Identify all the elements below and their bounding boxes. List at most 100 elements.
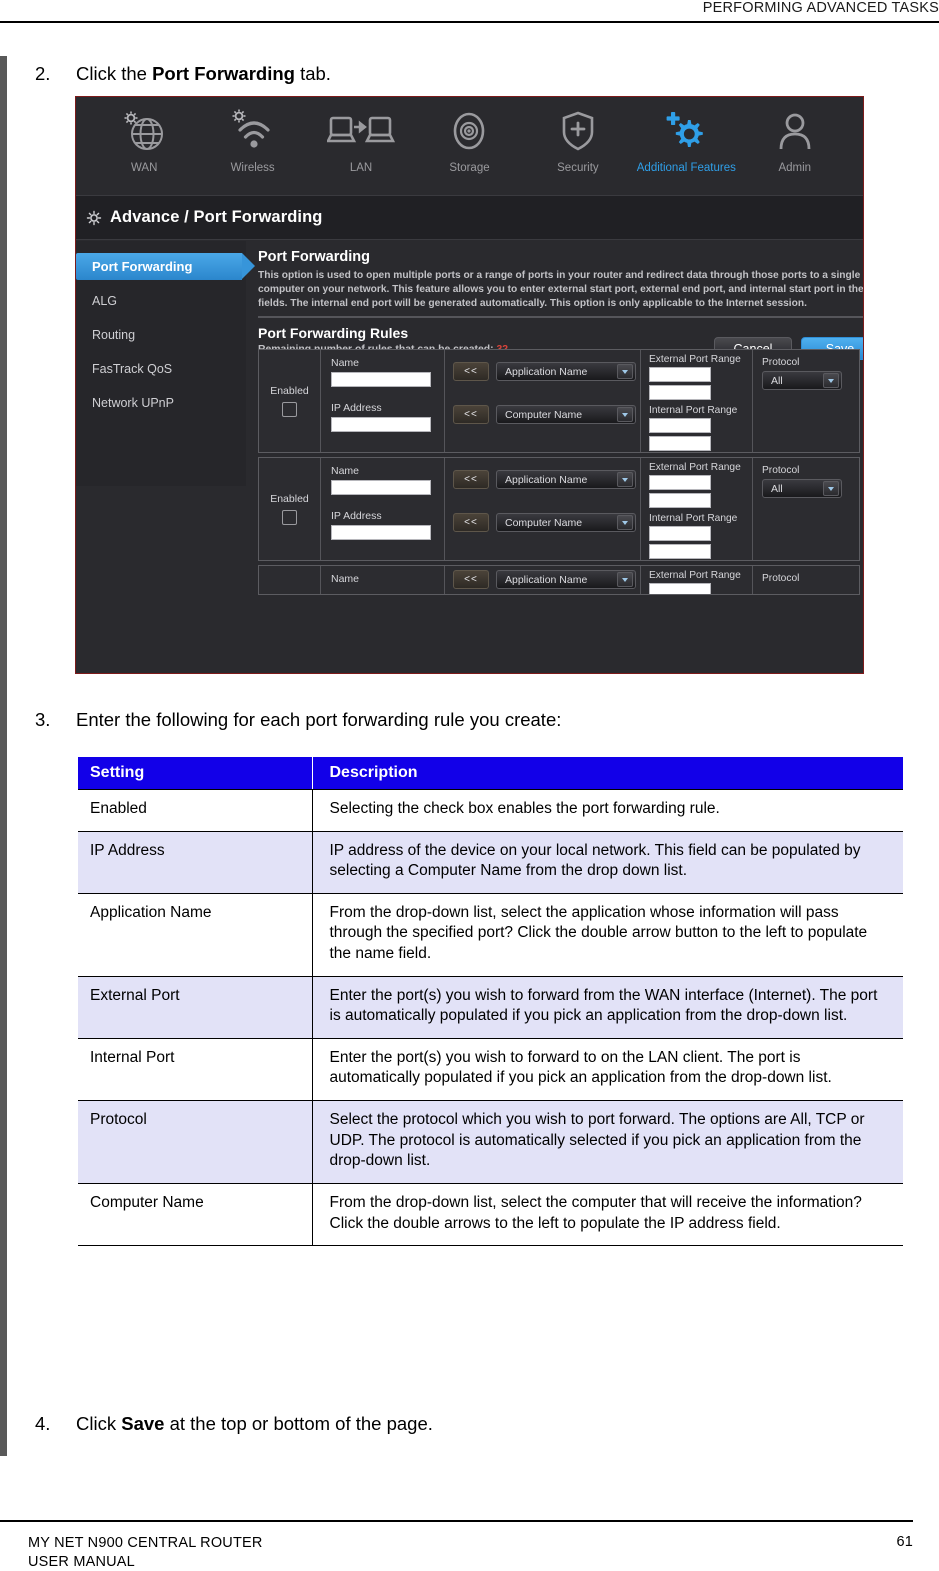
step-2-post: tab. <box>294 63 331 84</box>
application-name-value: Application Name <box>505 473 588 486</box>
setting-cell: Enabled <box>78 789 312 832</box>
external-port-start-input[interactable] <box>649 583 711 594</box>
nav-item-admin[interactable]: Admin <box>741 105 849 193</box>
rule-enabled-checkbox[interactable] <box>282 510 297 525</box>
column-header-description: Description <box>311 757 903 790</box>
computer-name-select[interactable]: Computer Name <box>496 405 636 424</box>
external-port-end-input[interactable] <box>649 493 711 508</box>
external-port-start-input[interactable] <box>649 475 711 490</box>
step-4-pre: Click <box>76 1413 122 1434</box>
header-rule <box>0 21 939 23</box>
step-4-text: Click Save at the top or bottom of the p… <box>76 1412 732 1435</box>
application-name-row: << Application Name <box>453 470 640 489</box>
rule-name-cell: Name IP Address <box>321 458 445 560</box>
left-margin-bar <box>0 56 7 1456</box>
sidebar-item-fastrack-qos[interactable]: FasTrack QoS <box>76 355 246 382</box>
rule-enabled-checkbox[interactable] <box>282 402 297 417</box>
sidebar-item-alg[interactable]: ALG <box>76 287 246 314</box>
step-3: 3. Enter the following for each port for… <box>32 708 792 731</box>
gear-plus-icon <box>658 105 714 157</box>
rule-ip-input[interactable] <box>331 525 431 540</box>
step-2: 2. Click the Port Forwarding tab. <box>32 62 732 85</box>
chevron-down-icon <box>617 407 633 422</box>
nav-item-storage[interactable]: Storage <box>415 105 523 193</box>
nav-label-wireless: Wireless <box>230 162 275 174</box>
chevron-down-icon <box>617 572 633 587</box>
rule-ports-cell: External Port Range Internal Port Range <box>641 458 753 560</box>
internal-port-start-input[interactable] <box>649 526 711 541</box>
protocol-value: All <box>771 482 783 495</box>
internal-port-end-input[interactable] <box>649 544 711 559</box>
nav-item-wireless[interactable]: Wireless <box>198 105 306 193</box>
sidebar-item-port-forwarding[interactable]: Port Forwarding <box>76 253 255 280</box>
internal-port-range-label: Internal Port Range <box>649 405 738 416</box>
application-double-arrow-button[interactable]: << <box>453 470 489 489</box>
step-3-text: Enter the following for each port forwar… <box>76 709 562 730</box>
running-head-text: PERFORMING ADVANCED TASKS <box>702 0 939 16</box>
rule-name-label: Name <box>331 573 360 585</box>
sidebar-item-network-upnp[interactable]: Network UPnP <box>76 389 246 416</box>
computer-name-select[interactable]: Computer Name <box>496 513 636 532</box>
protocol-label: Protocol <box>762 465 800 476</box>
nav-item-additional-features[interactable]: Additional Features <box>632 105 740 193</box>
computer-name-value: Computer Name <box>505 408 583 421</box>
sidebar-label-alg: ALG <box>92 293 118 308</box>
sidebar-item-routing[interactable]: Routing <box>76 321 246 348</box>
computer-name-value: Computer Name <box>505 516 583 529</box>
chevron-down-icon <box>823 481 839 496</box>
description-cell: Selecting the check box enables the port… <box>311 789 903 832</box>
router-page-title: Advance / Port Forwarding <box>110 208 323 226</box>
rule-enabled-label: Enabled <box>270 385 309 397</box>
page-running-header: PERFORMING ADVANCED TASKS <box>0 0 939 23</box>
rule-ports-cell: External Port Range <box>641 566 753 594</box>
nav-label-wan: WAN <box>131 162 158 174</box>
rule-ip-input[interactable] <box>331 417 431 432</box>
external-port-start-input[interactable] <box>649 367 711 382</box>
protocol-select[interactable]: All <box>762 371 842 390</box>
sidebar-label-fastrack-qos: FasTrack QoS <box>92 361 173 376</box>
nav-item-security[interactable]: Security <box>524 105 632 193</box>
rule-dropdowns-cell: << Application Name << Computer Name <box>445 458 641 560</box>
footer-line-1: MY NET N900 CENTRAL ROUTER <box>28 1535 263 1551</box>
setting-cell: Protocol <box>78 1100 312 1184</box>
protocol-label: Protocol <box>762 573 800 584</box>
protocol-select[interactable]: All <box>762 479 842 498</box>
internal-port-end-input[interactable] <box>649 436 711 451</box>
rule-ip-label: IP Address <box>331 510 382 522</box>
table-row: External Port Enter the port(s) you wish… <box>78 976 903 1039</box>
lan-transfer-icon <box>327 105 396 157</box>
rule-dropdowns-cell: << Application Name <box>445 566 641 594</box>
wifi-gear-icon <box>226 105 280 157</box>
nav-item-lan[interactable]: LAN <box>307 105 415 193</box>
chevron-down-icon <box>617 364 633 379</box>
step-3-number: 3. <box>35 709 51 730</box>
external-port-range-label: External Port Range <box>649 462 741 473</box>
application-double-arrow-button[interactable]: << <box>453 570 489 589</box>
rule-name-input[interactable] <box>331 480 431 495</box>
nav-label-lan: LAN <box>349 162 373 174</box>
application-double-arrow-button[interactable]: << <box>453 362 489 381</box>
application-name-select[interactable]: Application Name <box>496 470 636 489</box>
sidebar-label-routing: Routing <box>92 327 136 342</box>
application-name-row: << Application Name <box>453 362 640 381</box>
application-name-select[interactable]: Application Name <box>496 362 636 381</box>
step-2-pre: Click the <box>76 63 153 84</box>
panel-heading: Port Forwarding <box>258 249 370 265</box>
computer-double-arrow-button[interactable]: << <box>453 513 489 532</box>
computer-name-row: << Computer Name <box>453 405 640 424</box>
external-port-end-input[interactable] <box>649 385 711 400</box>
nav-item-wan[interactable]: WAN <box>90 105 198 193</box>
rule-name-input[interactable] <box>331 372 431 387</box>
settings-description-table: Setting Description Enabled Selecting th… <box>78 757 903 1247</box>
rule-ports-cell: External Port Range Internal Port Range <box>641 350 753 452</box>
nav-label-storage: Storage <box>449 162 490 174</box>
rule-enabled-label: Enabled <box>270 493 309 505</box>
application-name-select[interactable]: Application Name <box>496 570 636 589</box>
disc-icon <box>446 105 492 157</box>
footer-document-title: MY NET N900 CENTRAL ROUTER USER MANUAL <box>28 1534 263 1571</box>
setting-cell: External Port <box>78 976 312 1039</box>
step-4: 4. Click Save at the top or bottom of th… <box>32 1412 732 1435</box>
internal-port-start-input[interactable] <box>649 418 711 433</box>
rule-enabled-cell: Enabled <box>259 350 321 452</box>
computer-double-arrow-button[interactable]: << <box>453 405 489 424</box>
